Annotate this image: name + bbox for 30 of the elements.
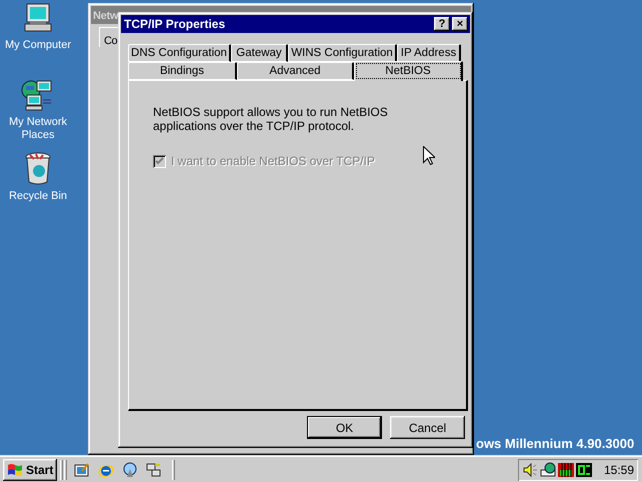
clock-text[interactable]: 15:59 [604, 460, 634, 478]
desktop-icon-label[interactable]: Recycle Bin [8, 190, 68, 203]
flag-icon [7, 462, 23, 476]
tab[interactable]: Gateway [231, 44, 288, 62]
satellite-dish-icon[interactable] [122, 462, 138, 478]
description-text: NetBIOS support allows you to run NetBIOS applications over the TCP/IP protocol. [153, 105, 389, 133]
tab[interactable]: NetBIOS [354, 61, 463, 81]
desktop-icon-label[interactable]: My Computer [4, 39, 72, 52]
window-title: TCP/IP Properties [124, 16, 226, 33]
network-computers-icon[interactable] [146, 462, 162, 478]
start-button[interactable]: Start [3, 458, 57, 480]
network-monitor-icon[interactable] [540, 462, 556, 478]
tray-app-icon[interactable] [576, 462, 592, 478]
close-button[interactable]: × [452, 17, 468, 31]
tab[interactable]: IP Address [397, 44, 461, 62]
speaker-icon[interactable] [522, 462, 538, 478]
desktop-version-text: ows Millennium 4.90.3000 [476, 435, 634, 453]
desktop-shortcut-icon[interactable] [74, 462, 90, 478]
tab[interactable]: Bindings [128, 62, 237, 80]
tab[interactable]: DNS Configuration [128, 44, 231, 62]
ok-button[interactable]: OK [307, 416, 382, 439]
level-meter-icon[interactable] [558, 462, 574, 478]
recycle-bin-icon[interactable] [23, 152, 53, 186]
tab[interactable]: WINS Configuration [288, 44, 397, 62]
desktop-icon-label[interactable]: My Network Places [8, 116, 68, 142]
cancel-button[interactable]: Cancel [390, 416, 465, 439]
mouse-cursor-icon [423, 146, 435, 165]
window-title: Netw [93, 10, 118, 22]
help-button[interactable]: ? [434, 17, 450, 31]
tab[interactable]: Advanced [237, 62, 354, 80]
